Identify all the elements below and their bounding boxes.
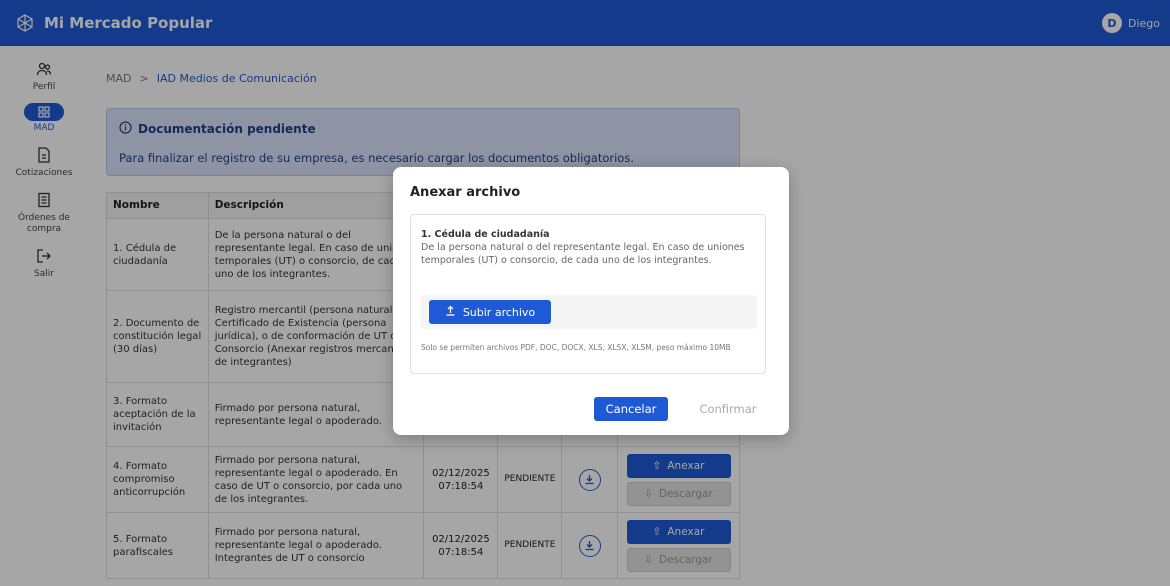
- modal-title: Anexar archivo: [410, 185, 521, 200]
- upload-area: Subir archivo: [421, 295, 757, 329]
- confirm-button[interactable]: Confirmar: [683, 397, 773, 421]
- subir-archivo-label: Subir archivo: [462, 305, 536, 319]
- subir-archivo-button[interactable]: Subir archivo: [429, 300, 551, 324]
- file-types-note: Solo se permiten archivos PDF, DOC, DOCX…: [421, 343, 731, 352]
- cancel-button[interactable]: Cancelar: [594, 397, 668, 421]
- document-card: 1. Cédula de ciudadanía De la persona na…: [410, 214, 766, 374]
- document-description: De la persona natural o del representant…: [421, 242, 745, 266]
- anexar-archivo-modal: Anexar archivo 1. Cédula de ciudadanía D…: [393, 167, 789, 435]
- upload-icon: [445, 305, 456, 319]
- document-title: 1. Cédula de ciudadanía: [421, 229, 550, 240]
